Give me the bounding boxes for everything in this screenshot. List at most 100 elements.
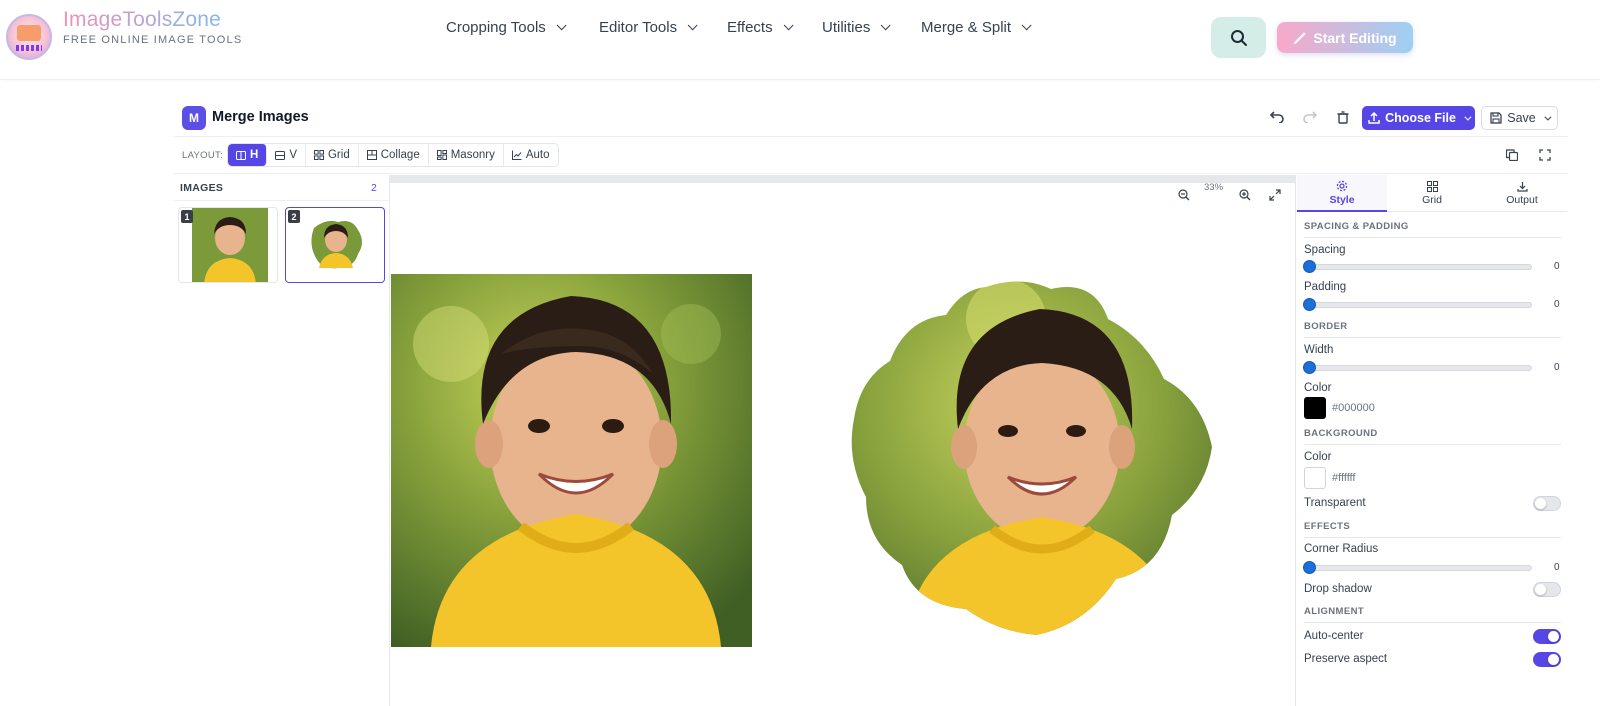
nav-label: Utilities [822, 19, 871, 36]
transparent-label: Transparent [1304, 497, 1366, 509]
border-width-value: 0 [1554, 362, 1560, 373]
corner-radius-slider[interactable] [1303, 561, 1532, 574]
start-editing-button[interactable]: Start Editing [1277, 22, 1413, 53]
preserve-aspect-label: Preserve aspect [1304, 653, 1388, 665]
delete-button[interactable] [1334, 108, 1352, 126]
tab-style[interactable]: Style [1297, 175, 1387, 212]
preserve-aspect-toggle[interactable] [1533, 652, 1561, 667]
search-button[interactable] [1211, 17, 1266, 58]
logo-image-icon [17, 25, 41, 41]
layout-option-label: Collage [380, 149, 420, 161]
image-thumbnail-2[interactable]: 2 [285, 207, 385, 283]
fit-screen-button[interactable] [1262, 184, 1288, 206]
save-button[interactable]: Save [1481, 106, 1558, 130]
brand-logo[interactable] [6, 14, 52, 60]
collage-icon [366, 150, 377, 160]
nav-cropping-tools[interactable]: Cropping Tools [446, 19, 567, 36]
layout-option-label: H [250, 149, 259, 161]
masonry-icon [436, 150, 447, 160]
merge-canvas[interactable]: 33% [390, 175, 1295, 706]
zoom-in-icon [1239, 189, 1251, 201]
gear-icon [1336, 180, 1348, 191]
tab-output[interactable]: Output [1477, 175, 1567, 212]
slider-handle[interactable] [1303, 298, 1316, 311]
divider [1304, 337, 1561, 338]
divider [1304, 444, 1561, 445]
layout-option-label: V [289, 149, 297, 161]
magic-wand-icon [1294, 31, 1307, 44]
fullscreen-icon [1539, 149, 1551, 161]
layout-option-label: Masonry [450, 149, 495, 161]
save-label: Save [1507, 111, 1536, 125]
nav-utilities[interactable]: Utilities [822, 19, 891, 36]
nav-label: Editor Tools [599, 19, 678, 36]
download-icon [1516, 181, 1528, 192]
border-color-swatch[interactable] [1304, 397, 1326, 419]
nav-merge-split[interactable]: Merge & Split [921, 19, 1032, 36]
toggle-knob [1548, 654, 1559, 665]
toggle-knob [1535, 498, 1546, 509]
layout-collage-button[interactable]: Collage [359, 144, 429, 166]
copy-icon [1506, 149, 1518, 161]
tab-grid[interactable]: Grid [1387, 175, 1477, 212]
merged-image-2[interactable] [846, 279, 1218, 639]
transparent-toggle[interactable] [1533, 496, 1561, 511]
section-background: BACKGROUND [1304, 428, 1378, 439]
redo-button[interactable] [1301, 108, 1319, 126]
chevron-down-icon [881, 20, 891, 31]
layout-grid-button[interactable]: Grid [306, 144, 359, 166]
section-effects: EFFECTS [1304, 521, 1351, 532]
chevron-down-icon [783, 20, 794, 31]
save-icon [1490, 112, 1502, 124]
redo-icon [1303, 111, 1317, 123]
zoom-out-button[interactable] [1171, 184, 1197, 206]
chevron-down-icon [1544, 113, 1552, 121]
background-color-swatch[interactable] [1304, 467, 1326, 489]
images-panel-title: IMAGES [180, 182, 224, 194]
upload-icon [1368, 112, 1380, 124]
layout-horizontal-button[interactable]: H [228, 144, 268, 166]
start-editing-label: Start Editing [1313, 29, 1397, 46]
slider-handle[interactable] [1303, 561, 1316, 574]
layout-vertical-button[interactable]: V [267, 144, 306, 166]
top-navigation: ImageToolsZone FREE ONLINE IMAGE TOOLS C… [0, 0, 1600, 80]
brand-tagline: FREE ONLINE IMAGE TOOLS [63, 34, 243, 46]
merged-image-1[interactable] [391, 274, 752, 647]
padding-slider[interactable] [1303, 298, 1532, 311]
section-border: BORDER [1304, 321, 1348, 332]
auto-center-toggle[interactable] [1533, 629, 1561, 644]
page-title: Merge Images [212, 109, 309, 125]
thumbnail-number: 1 [181, 210, 193, 223]
border-width-slider[interactable] [1303, 361, 1532, 374]
layout-auto-button[interactable]: Auto [504, 144, 558, 166]
editor-header: M Merge Images Choose File Save [174, 97, 1568, 137]
zoom-in-button[interactable] [1232, 184, 1258, 206]
nav-effects[interactable]: Effects [727, 19, 794, 36]
chevron-down-icon [1021, 20, 1032, 31]
spacing-slider[interactable] [1303, 260, 1532, 273]
undo-button[interactable] [1268, 108, 1286, 126]
layout-masonry-button[interactable]: Masonry [429, 144, 504, 166]
slider-handle[interactable] [1303, 361, 1316, 374]
slider-handle[interactable] [1303, 260, 1316, 273]
divider [1304, 237, 1561, 238]
thumbnail-photo [311, 220, 362, 269]
drop-shadow-toggle[interactable] [1533, 582, 1561, 597]
nav-editor-tools[interactable]: Editor Tools [599, 19, 698, 36]
tab-label: Grid [1422, 193, 1442, 206]
image-thumbnail-1[interactable]: 1 [178, 207, 278, 283]
trash-icon [1337, 110, 1349, 124]
auto-center-label: Auto-center [1304, 630, 1364, 642]
border-color-hex[interactable]: #000000 [1332, 402, 1375, 414]
spacing-label: Spacing [1304, 244, 1346, 256]
fullscreen-button[interactable] [1536, 146, 1554, 164]
images-count: 2 [371, 182, 377, 194]
layout-options: H V Grid Collage Masonry Auto [227, 143, 559, 167]
choose-file-button[interactable]: Choose File [1362, 106, 1475, 130]
images-panel: IMAGES 2 1 2 [174, 175, 390, 706]
copy-button[interactable] [1503, 146, 1521, 164]
brand-name[interactable]: ImageToolsZone [63, 8, 221, 32]
layout-toolbar: LAYOUT: H V Grid Collage Masonry Auto [174, 137, 1568, 174]
divider [1304, 537, 1561, 538]
background-color-hex[interactable]: #ffffff [1332, 472, 1355, 484]
